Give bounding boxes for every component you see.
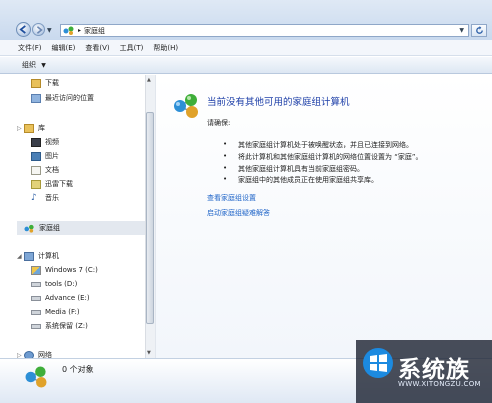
expand-icon[interactable]: ◢ [17, 253, 24, 260]
bullet-icon: • [223, 140, 228, 148]
menu-view[interactable]: 查看(V) [85, 43, 109, 53]
hard-drive-icon [31, 323, 41, 329]
nav-item-recent[interactable]: 最近访问的位置 [31, 92, 94, 104]
recent-places-icon [31, 93, 41, 103]
nav-item-computer[interactable]: ◢ 计算机 [17, 250, 59, 262]
nav-item-music[interactable]: ♪ 音乐 [31, 192, 59, 204]
menu-bar: 文件(F) 编辑(E) 查看(V) 工具(T) 帮助(H) [0, 40, 492, 56]
bullet-icon: • [223, 164, 228, 172]
nav-label: 文档 [45, 166, 59, 174]
homegroup-troubleshooter-link[interactable]: 启动家庭组疑难解答 [207, 208, 270, 218]
refresh-button[interactable] [471, 24, 487, 37]
back-button[interactable] [16, 22, 31, 37]
nav-item-drive-f[interactable]: Media (F:) [31, 306, 80, 318]
bullet-item: 家庭组中的其他成员正在使用家庭组共享库。 [238, 176, 378, 184]
arrow-left-icon [19, 25, 26, 34]
nav-label: 计算机 [38, 252, 59, 260]
bullet-item: 其他家庭组计算机具有当前家庭组密码。 [238, 165, 364, 173]
nav-label: 最近访问的位置 [45, 94, 94, 102]
scroll-down-arrow-icon[interactable]: ▼ [147, 350, 151, 356]
menu-file[interactable]: 文件(F) [18, 43, 42, 53]
breadcrumb-homegroup[interactable]: 家庭组 [84, 26, 105, 36]
homegroup-details-icon [25, 366, 47, 388]
nav-item-documents[interactable]: 文档 [31, 164, 59, 176]
computer-icon [24, 251, 34, 261]
nav-label: 下载 [45, 79, 59, 87]
library-icon [24, 123, 34, 133]
hard-drive-icon [31, 295, 41, 301]
nav-item-drive-d[interactable]: tools (D:) [31, 278, 77, 290]
address-dropdown-icon[interactable]: ▼ [459, 27, 464, 34]
organize-button[interactable]: 组织 ▼ [22, 60, 46, 70]
refresh-icon [475, 26, 483, 34]
nav-label: 音乐 [45, 194, 59, 202]
chevron-down-icon: ▼ [41, 62, 46, 69]
menu-tools[interactable]: 工具(T) [120, 43, 144, 53]
bullet-item: 将此计算机和其他家庭组计算机的网络位置设置为 “家庭”。 [238, 153, 423, 161]
organize-label: 组织 [22, 61, 36, 69]
menu-edit[interactable]: 编辑(E) [52, 43, 76, 53]
nav-item-videos[interactable]: 视频 [31, 136, 59, 148]
hard-drive-icon [31, 309, 41, 315]
picture-icon [31, 151, 41, 161]
nav-item-downloads[interactable]: 下载 [31, 77, 59, 89]
nav-label: tools (D:) [45, 280, 78, 288]
watermark-brand: 系统族 [398, 357, 470, 383]
arrow-right-icon [36, 25, 43, 34]
homegroup-icon [24, 224, 34, 233]
expand-icon[interactable]: ▷ [17, 125, 24, 132]
view-homegroup-settings-link[interactable]: 查看家庭组设置 [207, 193, 256, 203]
document-icon [31, 165, 41, 175]
nav-item-thunder[interactable]: 迅雷下载 [31, 178, 73, 190]
breadcrumb-separator[interactable]: ▸ [78, 27, 81, 34]
music-note-icon: ♪ [31, 193, 37, 203]
scroll-up-arrow-icon[interactable]: ▲ [147, 77, 151, 83]
homegroup-small-icon [63, 26, 74, 35]
nav-label: Windows 7 (C:) [45, 266, 98, 274]
hard-drive-icon [31, 281, 41, 287]
address-field[interactable]: ▸ 家庭组 ▼ [60, 24, 469, 37]
bullet-icon: • [223, 152, 228, 160]
nav-item-homegroup[interactable]: 家庭组 [17, 221, 145, 235]
nav-label: Media (F:) [45, 308, 80, 316]
nav-label: 迅雷下载 [45, 180, 73, 188]
menu-help[interactable]: 帮助(H) [153, 43, 178, 53]
nav-label: 系统保留 (Z:) [45, 322, 88, 330]
forward-button[interactable] [32, 23, 45, 36]
windows-logo-icon [363, 348, 393, 378]
navigation-pane: 下载 最近访问的位置 ▷ 库 视频 图片 文档 迅雷下载 ♪ 音乐 家庭组 ◢ [17, 75, 145, 360]
page-title: 当前没有其他可用的家庭组计算机 [207, 97, 350, 108]
download-folder-icon [31, 179, 41, 189]
nav-item-libraries[interactable]: ▷ 库 [17, 122, 45, 134]
nav-label: 家庭组 [39, 224, 60, 232]
bullet-icon: • [223, 175, 228, 183]
nav-item-drive-c[interactable]: Windows 7 (C:) [31, 264, 98, 276]
video-icon [31, 137, 41, 147]
nav-label: 视频 [45, 138, 59, 146]
watermark-url: WWW.XITONGZU.COM [398, 380, 481, 388]
nav-item-drive-e[interactable]: Advance (E:) [31, 292, 90, 304]
item-count: 0 个对象 [62, 365, 94, 374]
bullet-item: 其他家庭组计算机处于被唤醒状态，并且已连接到网络。 [238, 141, 413, 149]
nav-label: 库 [38, 124, 45, 132]
scrollbar-thumb[interactable] [146, 112, 154, 324]
windows-drive-icon [31, 265, 41, 275]
nav-label: Advance (E:) [45, 294, 90, 302]
recent-pages-dropdown[interactable]: ▼ [47, 27, 52, 34]
nav-label: 图片 [45, 152, 59, 160]
content-pane [155, 75, 492, 358]
nav-item-drive-z[interactable]: 系统保留 (Z:) [31, 320, 88, 332]
homegroup-large-icon [174, 94, 198, 118]
nav-item-pictures[interactable]: 图片 [31, 150, 59, 162]
intro-text: 请确保: [207, 119, 231, 127]
folder-download-icon [31, 78, 41, 88]
command-bar: 组织 ▼ [0, 57, 492, 74]
